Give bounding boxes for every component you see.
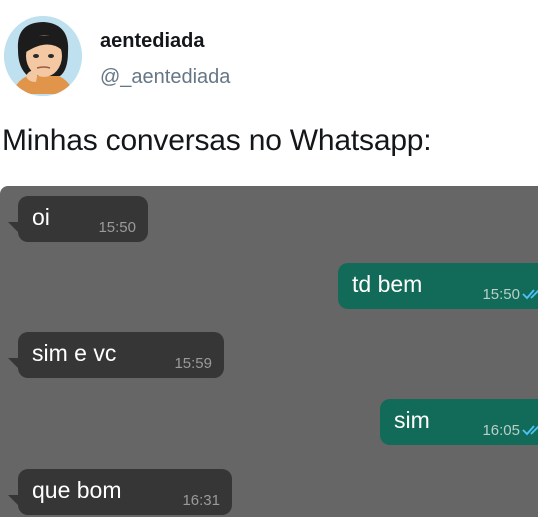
whatsapp-chat-screenshot: oi 15:50 td bem 15:50 sim e vc 15:59 sim…	[0, 186, 538, 517]
chat-message: td bem 15:50	[338, 263, 538, 309]
chat-message: oi 15:50	[18, 196, 148, 242]
message-text: td bem	[352, 271, 423, 297]
message-time: 15:50	[482, 286, 520, 303]
tweet-card: aentediada @_aentediada Minhas conversas…	[0, 0, 538, 517]
message-time: 16:31	[182, 492, 220, 509]
chat-message: que bom 16:31	[18, 469, 232, 515]
message-text: sim	[394, 407, 430, 433]
message-text: que bom	[32, 477, 122, 503]
message-time: 15:59	[174, 355, 212, 372]
message-time: 16:05	[482, 422, 520, 439]
chat-message: sim e vc 15:59	[18, 332, 224, 378]
tweet-text: Minhas conversas no Whatsapp:	[2, 124, 432, 157]
double-check-read-icon	[522, 289, 538, 300]
message-time: 15:50	[98, 219, 136, 236]
chat-message: sim 16:05	[380, 399, 538, 445]
user-handle[interactable]: @_aentediada	[100, 66, 230, 89]
double-check-read-icon	[522, 425, 538, 436]
tweet-header: aentediada @_aentediada	[0, 0, 538, 110]
avatar[interactable]	[4, 16, 82, 96]
cartoon-girl-avatar-icon	[4, 16, 82, 96]
message-text: oi	[32, 204, 50, 230]
message-text: sim e vc	[32, 340, 117, 366]
display-name[interactable]: aentediada	[100, 30, 204, 53]
